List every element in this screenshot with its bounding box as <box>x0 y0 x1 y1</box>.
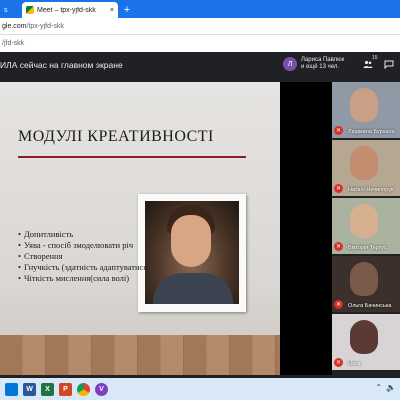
slide-bullet: Уява - спосіб змоделювати річ <box>18 240 147 251</box>
presentation-slide: МОДУЛІ КРЕАТИВНОСТІ Допитливість Уява - … <box>0 82 280 375</box>
host-name-line: Лариса Павлюк <box>301 57 345 63</box>
presenting-banner: ИЛА сейчас на главном экране <box>0 60 123 70</box>
bookmarks-bar: /jfd-skk <box>0 35 400 52</box>
participant-tile[interactable]: ✕ Людмила Бурхала <box>332 82 400 138</box>
taskbar: W X P V ⌃ 🔈 <box>0 378 400 400</box>
mic-muted-icon: ✕ <box>334 126 343 135</box>
participant-tiles: ✕ Людмила Бурхала ✕ Наталі Нечипорук ✕ В… <box>332 82 400 378</box>
slide-bullets: Допитливість Уява - спосіб змоделювати р… <box>18 229 147 284</box>
meet-window: ИЛА сейчас на главном экране Л Лариса Па… <box>0 52 400 378</box>
word-icon[interactable]: W <box>23 382 36 396</box>
people-count: 15 <box>372 55 378 61</box>
viber-icon[interactable]: V <box>95 382 108 396</box>
mic-muted-icon: ✕ <box>334 358 343 367</box>
participant-figure <box>350 262 378 296</box>
slide-bullet: Створення <box>18 251 147 262</box>
tab-previous[interactable]: s <box>0 2 22 18</box>
slide-title: МОДУЛІ КРЕАТИВНОСТІ <box>18 128 214 145</box>
chat-icon-glyph <box>384 60 394 69</box>
mic-muted-icon: ✕ <box>334 242 343 251</box>
slide-wood-floor <box>0 335 280 375</box>
portrait-shirt <box>153 273 233 304</box>
url-host: gle.com <box>2 22 27 30</box>
participant-tile[interactable]: ✕ Ната <box>332 314 400 370</box>
host-others-line: и ещё 13 чел. <box>301 64 340 70</box>
participant-name: Людмила Бурхала <box>348 129 395 135</box>
tab-label: Meet – tpx-yjfd-skk <box>37 6 96 14</box>
participant-tile[interactable]: ✕ Вікторія Тертус <box>332 198 400 254</box>
portrait-image <box>145 201 239 304</box>
stage-background <box>280 82 332 375</box>
participant-figure <box>350 204 378 238</box>
participant-name: Ната <box>348 361 361 367</box>
host-avatar: Л <box>283 57 297 71</box>
meet-favicon-icon <box>26 6 34 14</box>
close-icon[interactable]: × <box>110 7 114 14</box>
url-path: /tpx-yjfd-skk <box>26 22 64 30</box>
address-bar[interactable]: gle.com /tpx-yjfd-skk <box>0 18 400 35</box>
powerpoint-icon[interactable]: P <box>59 382 72 396</box>
tray-chevron-icon[interactable]: ⌃ <box>375 383 382 392</box>
tab-label: s <box>4 6 8 14</box>
slide-bullet: Гнучкість (здатність адаптуватися <box>18 262 147 273</box>
windows-icon[interactable] <box>5 382 18 396</box>
system-tray: ⌃ 🔈 <box>375 383 396 392</box>
chrome-icon[interactable] <box>77 382 90 396</box>
participant-name: Наталі Нечипорук <box>348 187 394 193</box>
tab-meet[interactable]: Meet – tpx-yjfd-skk × <box>22 2 118 18</box>
slide-bullet: Чіткість мислення(сила волі) <box>18 273 147 284</box>
chat-icon[interactable] <box>382 57 396 71</box>
participant-name: Ольга Бачинська <box>348 303 392 309</box>
meet-header: ИЛА сейчас на главном экране Л Лариса Па… <box>0 52 400 78</box>
host-name: Лариса Павлюк и ещё 13 чел. <box>301 57 359 71</box>
bookmark-item[interactable]: /jfd-skk <box>2 40 24 47</box>
slide-bullet: Допитливість <box>18 229 147 240</box>
mic-muted-icon: ✕ <box>334 184 343 193</box>
participant-figure <box>350 320 378 354</box>
browser-tabstrip: s Meet – tpx-yjfd-skk × + <box>0 0 400 18</box>
participant-figure <box>350 146 378 180</box>
slide-title-rule <box>18 156 246 158</box>
slide-photo <box>138 194 246 312</box>
participant-tile[interactable]: ✕ Ольга Бачинська <box>332 256 400 312</box>
mic-muted-icon: ✕ <box>334 300 343 309</box>
excel-icon[interactable]: X <box>41 382 54 396</box>
participant-tile[interactable]: ✕ Наталі Нечипорук <box>332 140 400 196</box>
new-tab-button[interactable]: + <box>120 2 134 18</box>
portrait-face <box>171 215 211 267</box>
participant-figure <box>350 88 378 122</box>
volume-icon[interactable]: 🔈 <box>386 383 396 392</box>
participant-name: Вікторія Тертус <box>348 245 387 251</box>
